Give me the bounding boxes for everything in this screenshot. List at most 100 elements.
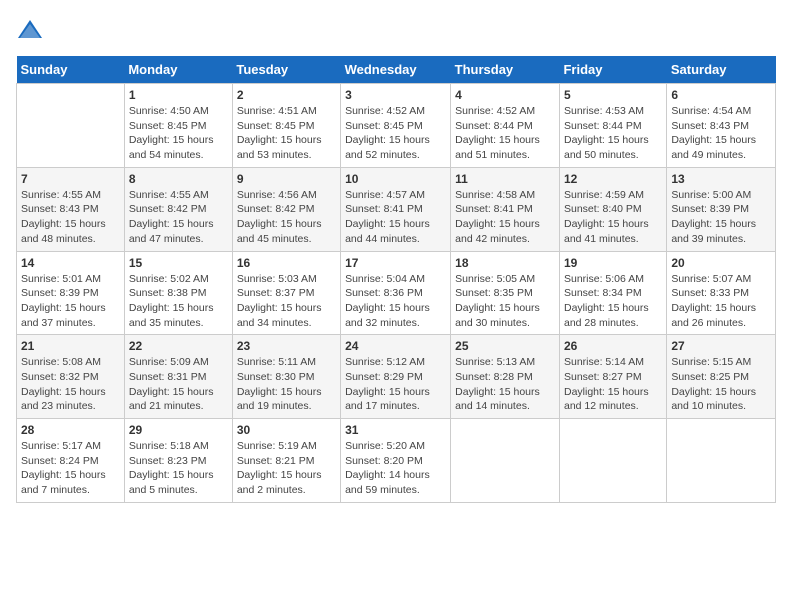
day-info: Sunrise: 5:13 AM Sunset: 8:28 PM Dayligh… xyxy=(455,355,555,414)
calendar-cell: 15 Sunrise: 5:02 AM Sunset: 8:38 PM Dayli… xyxy=(124,251,232,335)
calendar-cell: 30 Sunrise: 5:19 AM Sunset: 8:21 PM Dayli… xyxy=(232,419,340,503)
day-info: Sunrise: 5:01 AM Sunset: 8:39 PM Dayligh… xyxy=(21,272,120,331)
day-number: 11 xyxy=(455,172,555,186)
calendar-cell: 7 Sunrise: 4:55 AM Sunset: 8:43 PM Daylig… xyxy=(17,167,125,251)
day-info: Sunrise: 5:17 AM Sunset: 8:24 PM Dayligh… xyxy=(21,439,120,498)
calendar-cell: 4Sunrise: 4:52 AM Sunset: 8:44 PM Daylig… xyxy=(451,84,560,168)
day-header-sunday: Sunday xyxy=(17,56,125,84)
calendar-cell: 24 Sunrise: 5:12 AM Sunset: 8:29 PM Dayli… xyxy=(341,335,451,419)
day-number: 31 xyxy=(345,423,446,437)
calendar-cell: 27 Sunrise: 5:15 AM Sunset: 8:25 PM Dayli… xyxy=(667,335,776,419)
calendar-cell: 18 Sunrise: 5:05 AM Sunset: 8:35 PM Dayli… xyxy=(451,251,560,335)
day-number: 20 xyxy=(671,256,771,270)
calendar-week-row: 28 Sunrise: 5:17 AM Sunset: 8:24 PM Dayli… xyxy=(17,419,776,503)
calendar-cell xyxy=(667,419,776,503)
day-info: Sunrise: 5:20 AM Sunset: 8:20 PM Dayligh… xyxy=(345,439,446,498)
calendar-cell: 12 Sunrise: 4:59 AM Sunset: 8:40 PM Dayli… xyxy=(559,167,666,251)
day-info: Sunrise: 4:52 AM Sunset: 8:45 PM Dayligh… xyxy=(345,104,446,163)
day-info: Sunrise: 5:15 AM Sunset: 8:25 PM Dayligh… xyxy=(671,355,771,414)
calendar-cell: 5 Sunrise: 4:53 AM Sunset: 8:44 PM Daylig… xyxy=(559,84,666,168)
day-info: Sunrise: 4:55 AM Sunset: 8:42 PM Dayligh… xyxy=(129,188,228,247)
calendar-cell xyxy=(559,419,666,503)
calendar-cell xyxy=(451,419,560,503)
day-number: 10 xyxy=(345,172,446,186)
day-number: 14 xyxy=(21,256,120,270)
calendar-header-row: SundayMondayTuesdayWednesdayThursdayFrid… xyxy=(17,56,776,84)
calendar-cell: 6 Sunrise: 4:54 AM Sunset: 8:43 PM Daylig… xyxy=(667,84,776,168)
day-info: Sunrise: 4:54 AM Sunset: 8:43 PM Dayligh… xyxy=(671,104,771,163)
day-info: Sunrise: 4:52 AM Sunset: 8:44 PM Dayligh… xyxy=(455,104,555,163)
day-info: Sunrise: 4:53 AM Sunset: 8:44 PM Dayligh… xyxy=(564,104,662,163)
day-info: Sunrise: 4:56 AM Sunset: 8:42 PM Dayligh… xyxy=(237,188,336,247)
day-info: Sunrise: 5:06 AM Sunset: 8:34 PM Dayligh… xyxy=(564,272,662,331)
calendar-body: 1 Sunrise: 4:50 AM Sunset: 8:45 PM Daylig… xyxy=(17,84,776,503)
day-number: 15 xyxy=(129,256,228,270)
day-info: Sunrise: 5:02 AM Sunset: 8:38 PM Dayligh… xyxy=(129,272,228,331)
calendar-cell: 28 Sunrise: 5:17 AM Sunset: 8:24 PM Dayli… xyxy=(17,419,125,503)
day-header-tuesday: Tuesday xyxy=(232,56,340,84)
day-number: 30 xyxy=(237,423,336,437)
calendar-cell: 23 Sunrise: 5:11 AM Sunset: 8:30 PM Dayli… xyxy=(232,335,340,419)
calendar-cell: 22 Sunrise: 5:09 AM Sunset: 8:31 PM Dayli… xyxy=(124,335,232,419)
day-number: 27 xyxy=(671,339,771,353)
day-number: 19 xyxy=(564,256,662,270)
day-header-wednesday: Wednesday xyxy=(341,56,451,84)
day-number: 13 xyxy=(671,172,771,186)
day-header-monday: Monday xyxy=(124,56,232,84)
day-number: 24 xyxy=(345,339,446,353)
logo xyxy=(16,16,48,44)
calendar-cell: 31 Sunrise: 5:20 AM Sunset: 8:20 PM Dayli… xyxy=(341,419,451,503)
day-number: 23 xyxy=(237,339,336,353)
day-number: 2 xyxy=(237,88,336,102)
calendar-week-row: 1 Sunrise: 4:50 AM Sunset: 8:45 PM Daylig… xyxy=(17,84,776,168)
day-info: Sunrise: 5:00 AM Sunset: 8:39 PM Dayligh… xyxy=(671,188,771,247)
day-info: Sunrise: 5:05 AM Sunset: 8:35 PM Dayligh… xyxy=(455,272,555,331)
day-info: Sunrise: 4:50 AM Sunset: 8:45 PM Dayligh… xyxy=(129,104,228,163)
calendar-cell: 17 Sunrise: 5:04 AM Sunset: 8:36 PM Dayli… xyxy=(341,251,451,335)
day-number: 1 xyxy=(129,88,228,102)
day-number: 12 xyxy=(564,172,662,186)
day-info: Sunrise: 5:14 AM Sunset: 8:27 PM Dayligh… xyxy=(564,355,662,414)
calendar-cell: 26 Sunrise: 5:14 AM Sunset: 8:27 PM Dayli… xyxy=(559,335,666,419)
day-info: Sunrise: 5:08 AM Sunset: 8:32 PM Dayligh… xyxy=(21,355,120,414)
calendar-cell: 11 Sunrise: 4:58 AM Sunset: 8:41 PM Dayli… xyxy=(451,167,560,251)
calendar-cell: 19 Sunrise: 5:06 AM Sunset: 8:34 PM Dayli… xyxy=(559,251,666,335)
day-info: Sunrise: 5:12 AM Sunset: 8:29 PM Dayligh… xyxy=(345,355,446,414)
day-number: 7 xyxy=(21,172,120,186)
header xyxy=(16,16,776,44)
day-info: Sunrise: 5:19 AM Sunset: 8:21 PM Dayligh… xyxy=(237,439,336,498)
calendar-cell: 9 Sunrise: 4:56 AM Sunset: 8:42 PM Daylig… xyxy=(232,167,340,251)
day-number: 22 xyxy=(129,339,228,353)
day-number: 26 xyxy=(564,339,662,353)
day-number: 21 xyxy=(21,339,120,353)
calendar-week-row: 14 Sunrise: 5:01 AM Sunset: 8:39 PM Dayli… xyxy=(17,251,776,335)
day-info: Sunrise: 4:55 AM Sunset: 8:43 PM Dayligh… xyxy=(21,188,120,247)
day-number: 25 xyxy=(455,339,555,353)
calendar-week-row: 21 Sunrise: 5:08 AM Sunset: 8:32 PM Dayli… xyxy=(17,335,776,419)
calendar-cell: 25 Sunrise: 5:13 AM Sunset: 8:28 PM Dayli… xyxy=(451,335,560,419)
day-info: Sunrise: 5:11 AM Sunset: 8:30 PM Dayligh… xyxy=(237,355,336,414)
calendar-cell: 16Sunrise: 5:03 AM Sunset: 8:37 PM Dayli… xyxy=(232,251,340,335)
calendar-cell: 29 Sunrise: 5:18 AM Sunset: 8:23 PM Dayli… xyxy=(124,419,232,503)
day-number: 17 xyxy=(345,256,446,270)
calendar-cell: 14 Sunrise: 5:01 AM Sunset: 8:39 PM Dayli… xyxy=(17,251,125,335)
day-number: 6 xyxy=(671,88,771,102)
day-header-friday: Friday xyxy=(559,56,666,84)
day-info: Sunrise: 5:07 AM Sunset: 8:33 PM Dayligh… xyxy=(671,272,771,331)
day-info: Sunrise: 4:59 AM Sunset: 8:40 PM Dayligh… xyxy=(564,188,662,247)
day-header-thursday: Thursday xyxy=(451,56,560,84)
day-header-saturday: Saturday xyxy=(667,56,776,84)
day-info: Sunrise: 5:18 AM Sunset: 8:23 PM Dayligh… xyxy=(129,439,228,498)
calendar-week-row: 7 Sunrise: 4:55 AM Sunset: 8:43 PM Daylig… xyxy=(17,167,776,251)
day-info: Sunrise: 4:58 AM Sunset: 8:41 PM Dayligh… xyxy=(455,188,555,247)
generalblue-logo-icon xyxy=(16,16,44,44)
day-number: 28 xyxy=(21,423,120,437)
day-info: Sunrise: 5:09 AM Sunset: 8:31 PM Dayligh… xyxy=(129,355,228,414)
day-number: 16 xyxy=(237,256,336,270)
day-info: Sunrise: 4:57 AM Sunset: 8:41 PM Dayligh… xyxy=(345,188,446,247)
day-number: 18 xyxy=(455,256,555,270)
day-info: Sunrise: 5:04 AM Sunset: 8:36 PM Dayligh… xyxy=(345,272,446,331)
day-number: 5 xyxy=(564,88,662,102)
day-number: 29 xyxy=(129,423,228,437)
day-number: 9 xyxy=(237,172,336,186)
